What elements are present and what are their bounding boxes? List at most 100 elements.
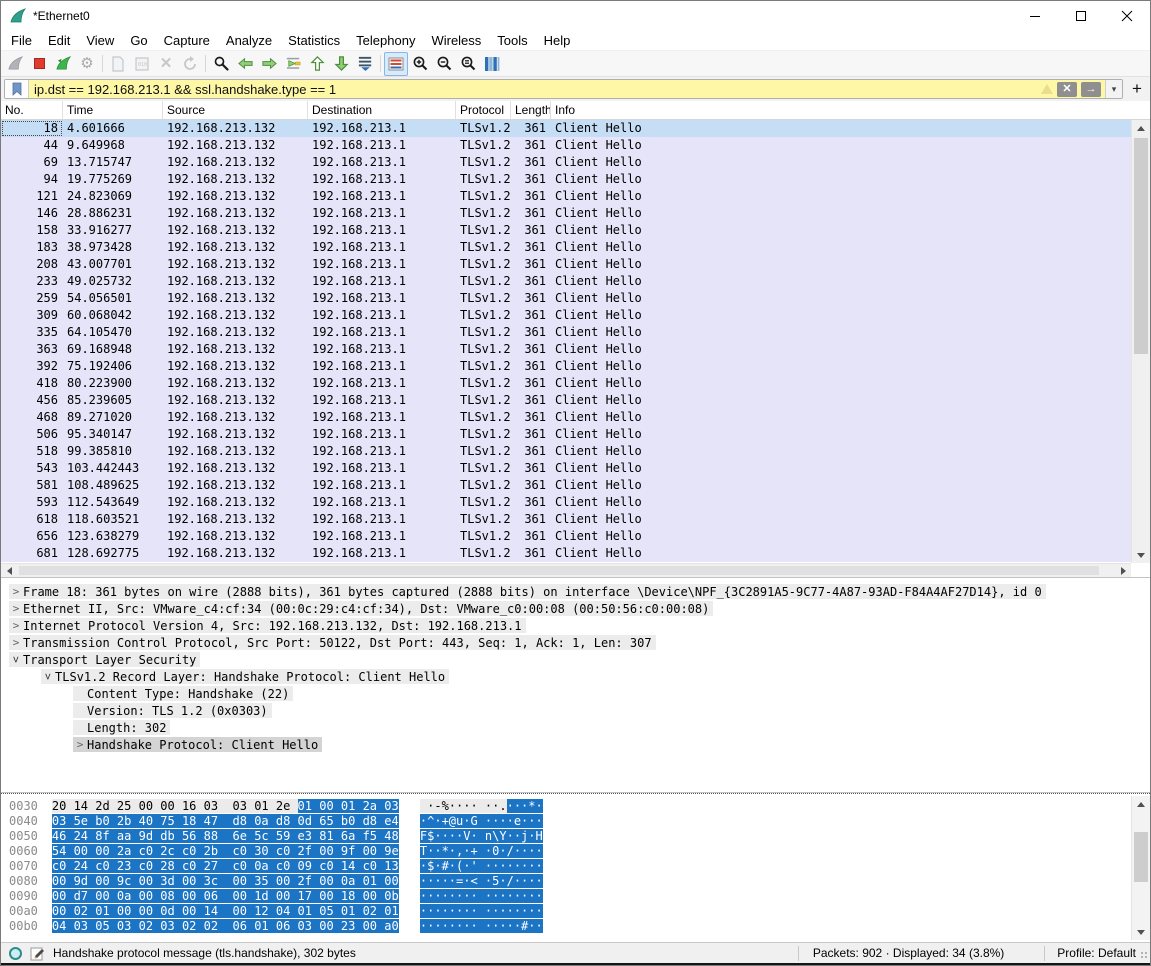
filter-dropdown-button[interactable]: ▾ xyxy=(1105,80,1122,98)
packet-list-horizontal-scrollbar[interactable] xyxy=(1,563,1131,577)
hex-row[interactable]: 004003 5e b0 2b 40 75 18 47 d8 0a d8 0d … xyxy=(9,814,1150,829)
menu-go[interactable]: Go xyxy=(122,31,155,51)
go-forward-icon[interactable] xyxy=(257,52,281,76)
go-to-packet-icon[interactable] xyxy=(281,52,305,76)
filter-add-button[interactable]: + xyxy=(1127,79,1147,99)
menu-capture[interactable]: Capture xyxy=(156,31,218,51)
packet-row[interactable]: 23349.025732192.168.213.132192.168.213.1… xyxy=(1,273,1131,290)
menu-file[interactable]: File xyxy=(3,31,40,51)
packet-row[interactable]: 6913.715747192.168.213.132192.168.213.1T… xyxy=(1,154,1131,171)
menu-telephony[interactable]: Telephony xyxy=(348,31,423,51)
packet-row[interactable]: 51899.385810192.168.213.132192.168.213.1… xyxy=(1,443,1131,460)
colorize-packets-icon[interactable] xyxy=(384,52,408,76)
display-filter-field[interactable]: ip.dst == 192.168.213.1 && ssl.handshake… xyxy=(4,79,1123,99)
zoom-in-icon[interactable] xyxy=(408,52,432,76)
scrollbar-thumb[interactable] xyxy=(1134,138,1148,354)
bytes-vertical-scrollbar[interactable] xyxy=(1131,796,1150,940)
hex-row[interactable]: 0070c0 24 c0 23 c0 28 c0 27 c0 0a c0 09 … xyxy=(9,859,1150,874)
hex-row[interactable]: 00b004 03 05 03 02 03 02 02 06 01 06 03 … xyxy=(9,919,1150,934)
packet-row[interactable]: 46889.271020192.168.213.132192.168.213.1… xyxy=(1,409,1131,426)
packet-row[interactable]: 39275.192406192.168.213.132192.168.213.1… xyxy=(1,358,1131,375)
minimize-button[interactable] xyxy=(1012,1,1058,31)
filter-clear-button[interactable]: ✕ xyxy=(1057,82,1077,97)
packet-row[interactable]: 581108.489625192.168.213.132192.168.213.… xyxy=(1,477,1131,494)
packet-row[interactable]: 618118.603521192.168.213.132192.168.213.… xyxy=(1,511,1131,528)
detail-row[interactable]: >Ethernet II, Src: VMware_c4:cf:34 (00:0… xyxy=(1,601,1150,618)
expander-closed-icon[interactable]: > xyxy=(9,636,23,649)
packet-row[interactable]: 36369.168948192.168.213.132192.168.213.1… xyxy=(1,341,1131,358)
packet-row[interactable]: 184.601666192.168.213.132192.168.213.1TL… xyxy=(1,120,1131,137)
column-header-info[interactable]: Info xyxy=(551,101,1150,119)
expander-closed-icon[interactable]: > xyxy=(9,585,23,598)
packet-row[interactable]: 449.649968192.168.213.132192.168.213.1TL… xyxy=(1,137,1131,154)
column-header-destination[interactable]: Destination xyxy=(308,101,456,119)
column-header-time[interactable]: Time xyxy=(63,101,163,119)
scrollbar-thumb[interactable] xyxy=(1134,832,1148,882)
menu-wireless[interactable]: Wireless xyxy=(423,31,489,51)
detail-row[interactable]: >Length: 302 xyxy=(1,720,1150,737)
scroll-down-arrow[interactable] xyxy=(1132,924,1150,940)
scrollbar-thumb[interactable] xyxy=(19,566,1099,575)
go-back-icon[interactable] xyxy=(233,52,257,76)
scroll-up-arrow[interactable] xyxy=(1132,120,1150,136)
detail-row[interactable]: >Handshake Protocol: Client Hello xyxy=(1,737,1150,754)
scroll-down-arrow[interactable] xyxy=(1132,547,1150,563)
detail-row[interactable]: >Internet Protocol Version 4, Src: 192.1… xyxy=(1,618,1150,635)
menu-edit[interactable]: Edit xyxy=(40,31,78,51)
profile-label[interactable]: Profile: Default xyxy=(1045,946,1150,960)
expander-closed-icon[interactable]: > xyxy=(73,738,87,751)
packet-row[interactable]: 656123.638279192.168.213.132192.168.213.… xyxy=(1,528,1131,545)
resize-grip[interactable] xyxy=(1140,951,1148,959)
packet-list-header[interactable]: No.TimeSourceDestinationProtocolLengthIn… xyxy=(1,101,1150,120)
hex-row[interactable]: 009000 d7 00 0a 00 08 00 06 00 1d 00 17 … xyxy=(9,889,1150,904)
column-header-no[interactable]: No. xyxy=(1,101,63,119)
expert-info-icon[interactable] xyxy=(9,947,22,960)
hex-row[interactable]: 005046 24 8f aa 9d db 56 88 6e 5c 59 e3 … xyxy=(9,829,1150,844)
scroll-up-arrow[interactable] xyxy=(1132,796,1150,812)
packet-row[interactable]: 45685.239605192.168.213.132192.168.213.1… xyxy=(1,392,1131,409)
expander-open-icon[interactable]: > xyxy=(42,670,55,684)
hex-row[interactable]: 00a000 02 01 00 00 0d 00 14 00 12 04 01 … xyxy=(9,904,1150,919)
expander-closed-icon[interactable]: > xyxy=(9,602,23,615)
stop-capture-icon[interactable] xyxy=(27,52,51,76)
menu-help[interactable]: Help xyxy=(536,31,579,51)
hex-row[interactable]: 003020 14 2d 25 00 00 16 03 03 01 2e 01 … xyxy=(9,799,1150,814)
zoom-original-icon[interactable] xyxy=(456,52,480,76)
close-button[interactable] xyxy=(1104,1,1150,31)
packet-row[interactable]: 33564.105470192.168.213.132192.168.213.1… xyxy=(1,324,1131,341)
menu-analyze[interactable]: Analyze xyxy=(218,31,280,51)
hex-row[interactable]: 008000 9d 00 9c 00 3d 00 3c 00 35 00 2f … xyxy=(9,874,1150,889)
menu-statistics[interactable]: Statistics xyxy=(280,31,348,51)
packet-row[interactable]: 15833.916277192.168.213.132192.168.213.1… xyxy=(1,222,1131,239)
column-header-length[interactable]: Length xyxy=(511,101,551,119)
packet-row[interactable]: 12124.823069192.168.213.132192.168.213.1… xyxy=(1,188,1131,205)
detail-row[interactable]: >Content Type: Handshake (22) xyxy=(1,686,1150,703)
packet-row[interactable]: 681128.692775192.168.213.132192.168.213.… xyxy=(1,545,1131,562)
restart-capture-icon[interactable] xyxy=(51,52,75,76)
menu-tools[interactable]: Tools xyxy=(489,31,535,51)
detail-row[interactable]: >Transport Layer Security xyxy=(1,652,1150,669)
packet-row[interactable]: 30960.068042192.168.213.132192.168.213.1… xyxy=(1,307,1131,324)
packet-row[interactable]: 543103.442443192.168.213.132192.168.213.… xyxy=(1,460,1131,477)
packet-row[interactable]: 14628.886231192.168.213.132192.168.213.1… xyxy=(1,205,1131,222)
expander-open-icon[interactable]: > xyxy=(10,653,23,667)
auto-scroll-icon[interactable] xyxy=(353,52,377,76)
column-header-source[interactable]: Source xyxy=(163,101,308,119)
resize-columns-icon[interactable] xyxy=(480,52,504,76)
packet-row[interactable]: 9419.775269192.168.213.132192.168.213.1T… xyxy=(1,171,1131,188)
scroll-left-arrow[interactable] xyxy=(1,564,17,577)
filter-apply-button[interactable]: → xyxy=(1081,82,1101,97)
menu-view[interactable]: View xyxy=(78,31,122,51)
expander-closed-icon[interactable]: > xyxy=(9,619,23,632)
packet-row[interactable]: 20843.007701192.168.213.132192.168.213.1… xyxy=(1,256,1131,273)
filter-bookmark-button[interactable] xyxy=(5,80,29,98)
packet-row[interactable]: 593112.543649192.168.213.132192.168.213.… xyxy=(1,494,1131,511)
scroll-right-arrow[interactable] xyxy=(1115,564,1131,577)
packet-row[interactable]: 50695.340147192.168.213.132192.168.213.1… xyxy=(1,426,1131,443)
go-first-packet-icon[interactable] xyxy=(305,52,329,76)
packet-list-vertical-scrollbar[interactable] xyxy=(1131,120,1150,563)
packet-row[interactable]: 18338.973428192.168.213.132192.168.213.1… xyxy=(1,239,1131,256)
find-packet-icon[interactable] xyxy=(209,52,233,76)
column-header-protocol[interactable]: Protocol xyxy=(456,101,511,119)
detail-row[interactable]: >TLSv1.2 Record Layer: Handshake Protoco… xyxy=(1,669,1150,686)
